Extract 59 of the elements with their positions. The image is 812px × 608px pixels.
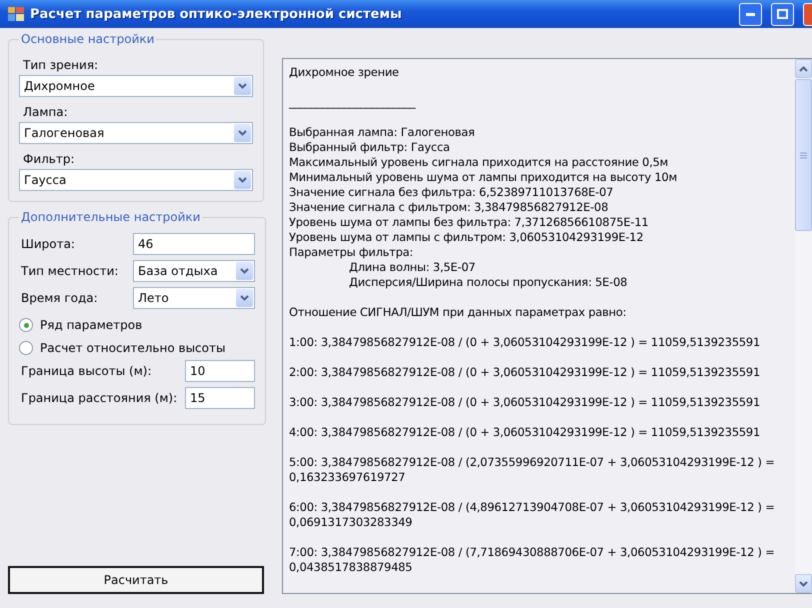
chevron-down-icon — [238, 130, 247, 136]
calculate-button[interactable]: Расчитать — [8, 566, 264, 594]
chevron-down-icon — [240, 295, 249, 301]
field-label: Тип местности: — [20, 264, 120, 278]
field-label: Фильтр: — [23, 152, 76, 166]
field-label: Лампа: — [23, 105, 69, 119]
chevron-down-icon — [238, 83, 247, 89]
output-line: 7:00: 3,38479856827912E-08 / (7,71869430888706E-07 + 3,06053104293199E-12 ) = 0,0438517838879485 — [289, 545, 776, 575]
output-line: 1:00: 3,38479856827912E-08 / (0 + 3,06053104293199E-12 ) = 11059,5139235591 — [289, 335, 762, 350]
radio-label: Расчет относительно высоты — [40, 341, 226, 355]
dropdown[interactable]: Галогеновая — [19, 122, 253, 144]
output-line: 3:00: 3,38479856827912E-08 / (0 + 3,06053104293199E-12 ) = 11059,5139235591 — [289, 395, 762, 410]
minimize-icon — [746, 12, 755, 16]
radio-button[interactable] — [19, 341, 33, 355]
chevron-up-icon — [799, 66, 808, 72]
chevron-down-icon — [799, 580, 808, 586]
chevron-down-icon — [238, 177, 247, 183]
grip-icon — [800, 152, 807, 158]
field-label: Тип зрения: — [23, 58, 100, 72]
output-line: Выбранный фильтр: Гаусса — [289, 140, 451, 155]
output-line: 5:00: 3,38479856827912E-08 / (2,07355996920711E-07 + 3,06053104293199E-12 ) = 0,163233697619727 — [289, 455, 776, 485]
input-field[interactable]: 10 — [185, 360, 255, 382]
field-label: Граница высоты (м): — [20, 364, 152, 378]
field-label: Граница расстояния (м): — [20, 391, 178, 405]
field-label: Широта: — [20, 237, 76, 251]
output-line: Дисперсия/Ширина полосы пропускания: 5E-08 — [348, 275, 628, 290]
output-line: 2:00: 3,38479856827912E-08 / (0 + 3,06053104293199E-12 ) = 11059,5139235591 — [289, 365, 762, 380]
output-line: Максимальный уровень сигнала приходится на расстояние 0,5м — [289, 155, 670, 170]
field-label: Время года: — [20, 291, 99, 305]
input-field[interactable]: 46 — [133, 233, 255, 255]
group-title: Основные настройки — [20, 32, 156, 46]
output-line: Значение сигнала с фильтром: 3,38479856827912E-08 — [289, 200, 610, 215]
output-line: Минимальный уровень шума от лампы приходится на высоту 10м — [289, 170, 678, 185]
dropdown[interactable]: Дихромное — [19, 75, 253, 97]
output-line: 6:00: 3,38479856827912E-08 / (4,89612713904708E-07 + 3,06053104293199E-12 ) = 0,0691317303283349 — [289, 500, 776, 530]
output-line: Выбранная лампа: Галогеновая — [289, 125, 476, 140]
output-line: 4:00: 3,38479856827912E-08 / (0 + 3,06053104293199E-12 ) = 11059,5139235591 — [289, 425, 762, 440]
maximize-button[interactable] — [771, 2, 794, 26]
dropdown[interactable]: База отдыха — [133, 260, 255, 282]
output-line: Длина волны: 3,5E-07 — [348, 260, 476, 275]
radio-button[interactable] — [19, 318, 33, 332]
radio-label: Ряд параметров — [40, 318, 142, 332]
minimize-button[interactable] — [739, 2, 762, 26]
close-button[interactable] — [803, 2, 812, 26]
output-line: Дихромное зрение — [289, 65, 400, 80]
output-line: Отношение СИГНАЛ/ШУМ при данных параметрах равно: — [289, 305, 628, 320]
dropdown[interactable]: Лето — [133, 287, 255, 309]
window-title: Расчет параметров оптико-электронной системы — [30, 6, 403, 22]
output-line: _______________________ — [289, 95, 417, 110]
chevron-down-icon — [240, 268, 249, 274]
input-field[interactable]: 15 — [185, 387, 255, 409]
maximize-icon — [777, 9, 788, 19]
dropdown[interactable]: Гаусса — [19, 169, 253, 191]
group-title: Дополнительные настройки — [20, 210, 202, 224]
output-line: Уровень шума от лампы без фильтра: 7,37126856610875E-11 — [289, 215, 650, 230]
app-icon — [8, 7, 24, 21]
output-line: Параметры фильтра: — [289, 245, 414, 260]
output-line: Уровень шума от лампы с фильтром: 3,06053104293199E-12 — [289, 230, 644, 245]
output-line: Значение сигнала без фильтра: 6,52389711013768E-07 — [289, 185, 614, 200]
